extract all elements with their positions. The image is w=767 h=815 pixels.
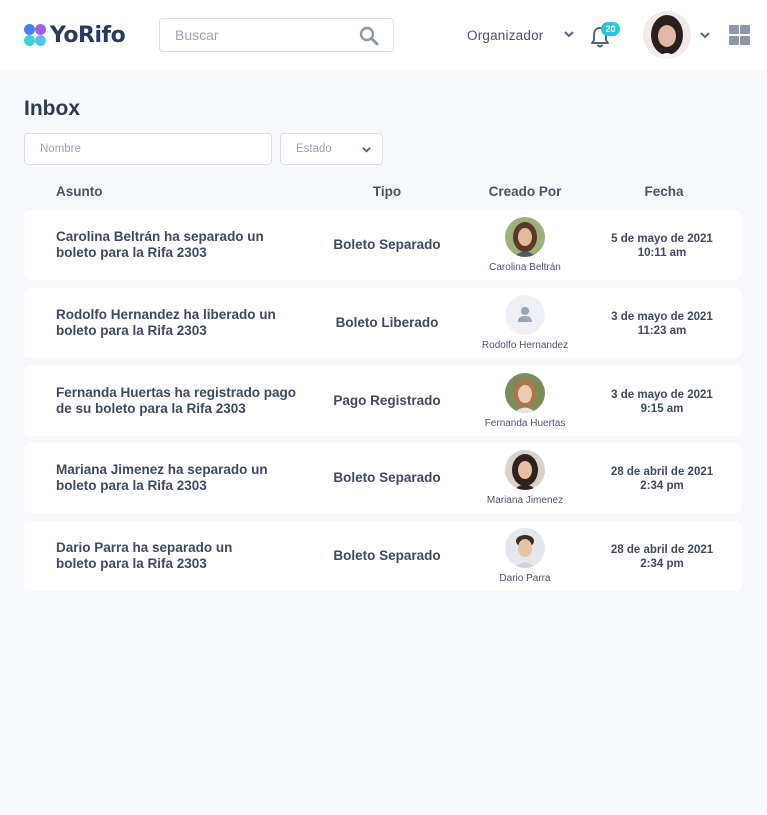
row-date: 3 de mayo de 2021 11:23 am xyxy=(611,311,713,337)
row-subject: Fernanda Huertas ha registrado pago de s… xyxy=(56,385,297,416)
table-row[interactable]: Carolina Beltrán ha separado un boleto p… xyxy=(24,210,742,280)
default-avatar-icon xyxy=(505,295,545,335)
table-row[interactable]: Fernanda Huertas ha registrado pago de s… xyxy=(24,366,742,436)
creator-avatar xyxy=(505,217,545,257)
creator-avatar xyxy=(505,528,545,568)
top-navbar: YoRifo Organizador 20 xyxy=(0,0,767,70)
column-header-type[interactable]: Tipo xyxy=(312,184,462,199)
row-subject: Dario Parra ha separado un boleto para l… xyxy=(56,540,233,571)
column-header-date[interactable]: Fecha xyxy=(594,184,734,199)
row-type: Boleto Liberado xyxy=(335,315,439,330)
table-row[interactable]: Dario Parra ha separado un boleto para l… xyxy=(24,521,742,591)
chevron-down-icon[interactable] xyxy=(699,30,711,40)
role-selector[interactable]: Organizador xyxy=(467,24,544,46)
row-date: 28 de abril de 2021 2:34 pm xyxy=(610,466,714,492)
row-date: 5 de mayo de 2021 10:11 am xyxy=(611,233,713,259)
row-creator: Dario Parra xyxy=(499,573,551,584)
creator-avatar xyxy=(505,450,545,490)
notification-badge: 20 xyxy=(601,22,620,36)
name-filter-input[interactable] xyxy=(24,133,272,165)
page-title: Inbox xyxy=(24,97,80,120)
search-icon[interactable] xyxy=(359,26,379,46)
brand-name: YoRifo xyxy=(50,22,126,48)
row-subject: Rodolfo Hernandez ha liberado un boleto … xyxy=(56,307,276,338)
chevron-down-icon xyxy=(362,147,371,153)
row-creator: Rodolfo Hernandez xyxy=(481,340,569,351)
creator-avatar xyxy=(505,373,545,413)
row-creator: Carolina Beltrán xyxy=(489,262,561,273)
row-type: Boleto Separado xyxy=(333,237,441,252)
state-filter-select[interactable]: Estado xyxy=(280,133,383,165)
table-row[interactable]: Mariana Jimenez ha separado un boleto pa… xyxy=(24,443,742,513)
row-date: 28 de abril de 2021 2:34 pm xyxy=(610,544,714,570)
brand-logo[interactable]: YoRifo xyxy=(24,22,126,48)
column-header-subject[interactable]: Asunto xyxy=(56,184,103,199)
table-row[interactable]: Rodolfo Hernandez ha liberado un boleto … xyxy=(24,288,742,358)
user-avatar[interactable] xyxy=(643,11,691,59)
row-creator: Mariana Jimenez xyxy=(486,495,564,506)
row-type: Boleto Separado xyxy=(333,548,441,563)
search-input[interactable] xyxy=(175,19,355,51)
column-header-creator[interactable]: Creado Por xyxy=(455,184,595,199)
row-subject: Mariana Jimenez ha separado un boleto pa… xyxy=(56,462,268,493)
search-box xyxy=(159,18,394,52)
row-type: Pago Registrado xyxy=(333,393,441,408)
state-filter-label: Estado xyxy=(296,143,332,155)
row-creator: Fernanda Huertas xyxy=(484,418,566,429)
row-date: 3 de mayo de 2021 9:15 am xyxy=(611,389,713,415)
chevron-down-icon[interactable] xyxy=(563,29,575,39)
apps-grid-icon[interactable] xyxy=(729,25,750,45)
row-subject: Carolina Beltrán ha separado un boleto p… xyxy=(56,229,264,260)
row-type: Boleto Separado xyxy=(333,470,441,485)
logo-icon xyxy=(24,24,46,46)
